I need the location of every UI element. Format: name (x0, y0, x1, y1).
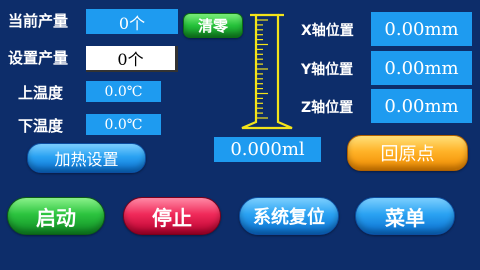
z-position-value: 0.00mm (371, 89, 472, 123)
z-position-label: Z轴位置 (301, 100, 354, 116)
system-reset-button[interactable]: 系统复位 (239, 197, 339, 235)
heat-settings-button[interactable]: 加热设置 (27, 143, 146, 173)
stop-button[interactable]: 停止 (123, 197, 221, 235)
home-button[interactable]: 回原点 (347, 135, 468, 171)
set-output-input[interactable]: 0个 (86, 46, 178, 72)
lower-temp-value: 0.0℃ (86, 114, 161, 135)
upper-temp-label: 上温度 (18, 84, 64, 102)
start-button[interactable]: 启动 (7, 197, 105, 235)
current-output-value: 0个 (86, 9, 178, 34)
volume-value: 0.000ml (214, 137, 321, 162)
current-output-label: 当前产量 (8, 12, 69, 30)
x-position-value: 0.00mm (371, 12, 472, 46)
y-position-value: 0.00mm (371, 51, 472, 85)
upper-temp-value: 0.0℃ (86, 81, 161, 102)
menu-button[interactable]: 菜单 (355, 197, 455, 235)
clear-button[interactable]: 清零 (183, 13, 243, 38)
measuring-cylinder-icon (241, 13, 293, 130)
lower-temp-label: 下温度 (18, 117, 64, 135)
x-position-label: X轴位置 (301, 23, 354, 39)
set-output-label: 设置产量 (8, 49, 69, 67)
y-position-label: Y轴位置 (301, 62, 354, 78)
